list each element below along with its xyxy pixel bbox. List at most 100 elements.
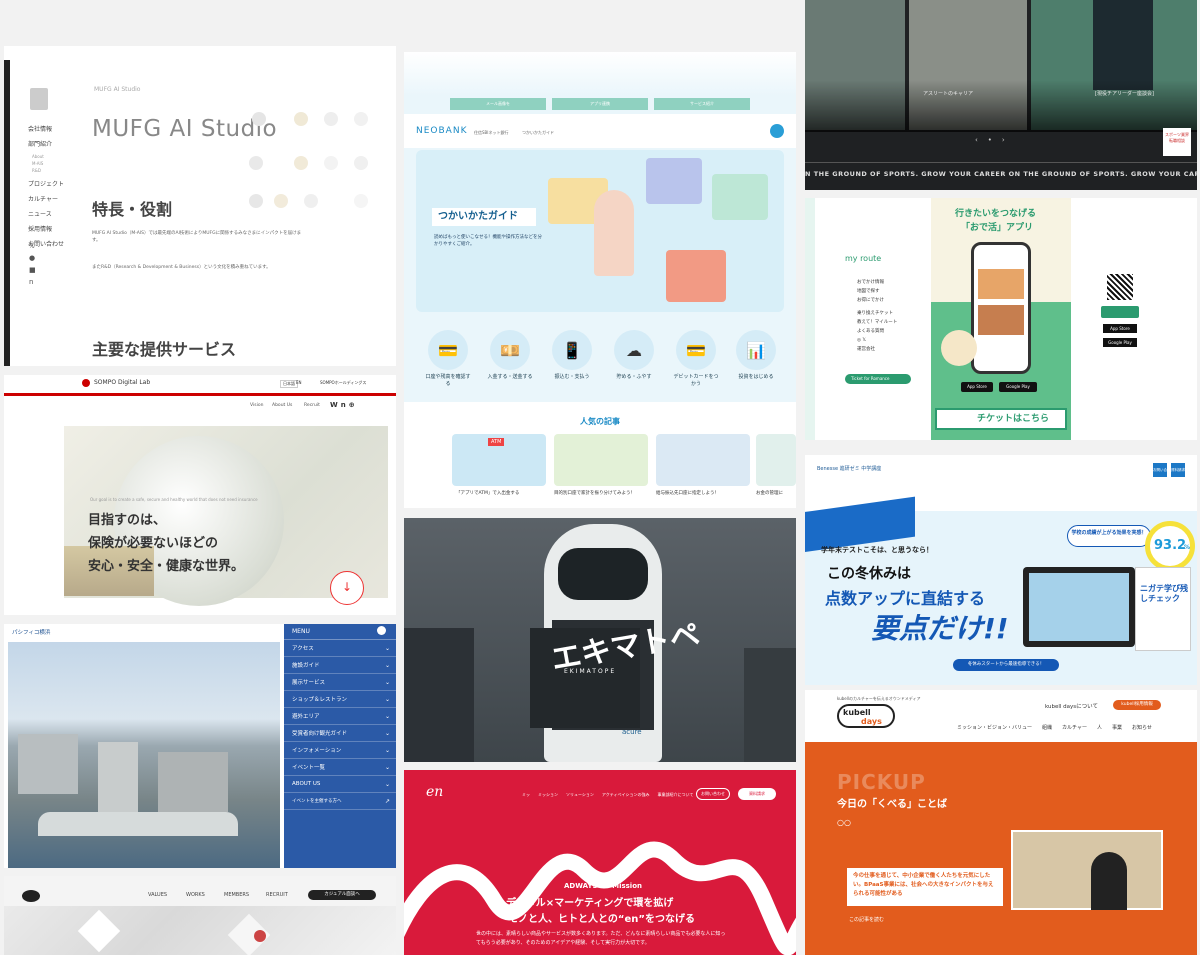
social-icons[interactable]: Wn⊕ <box>330 401 358 409</box>
category-transfer[interactable]: 📱 振込む・支払う <box>548 330 596 381</box>
casual-interview-button[interactable]: カジュアル面談へ <box>308 890 376 900</box>
nav-members[interactable]: MEMBERS <box>224 892 249 898</box>
menu-item[interactable]: よくある質問 <box>857 327 897 336</box>
tab[interactable]: アプリ連携 <box>552 98 648 110</box>
nav-item[interactable]: カルチャー <box>28 194 64 203</box>
cta-button[interactable]: Ticket for Romance <box>845 374 911 384</box>
subnav-item[interactable]: About <box>28 154 64 159</box>
category-balance[interactable]: 💳 口座や残高を確認する <box>424 330 472 388</box>
nav-about[interactable]: About Us <box>272 403 292 408</box>
nav-item[interactable]: お知らせ <box>1132 724 1152 731</box>
cta-banner[interactable]: 冬休みスタートから最速指導できる！ <box>953 659 1059 671</box>
lang-en[interactable]: EN <box>296 380 302 385</box>
read-article-link[interactable]: この記事を読む <box>849 916 884 923</box>
en-logo[interactable]: en <box>426 784 443 800</box>
myroute-logo[interactable]: my route <box>845 254 881 263</box>
nav-item[interactable]: アクティベイションの強み <box>602 792 650 798</box>
breadcrumb[interactable]: MUFG AI Studio <box>94 86 140 93</box>
article-title[interactable]: 給与振込先口座に指定しよう！ <box>656 490 719 496</box>
article-card[interactable] <box>756 434 796 486</box>
nav-item[interactable]: 組織 <box>1042 724 1052 731</box>
nav-item[interactable]: ミッション・ビジョン・バリュー <box>957 724 1032 731</box>
nav-item[interactable]: 人 <box>1097 724 1102 731</box>
nav-guide[interactable]: つかいかたガイド <box>522 130 554 136</box>
nav-item[interactable]: 部門紹介 <box>28 139 64 148</box>
menu-item[interactable]: 乗り換えチケット <box>857 309 897 318</box>
menu-shop[interactable]: ショップ＆レストラン ⌄ <box>284 691 396 708</box>
menu-item[interactable]: お得にでかけ <box>857 296 897 305</box>
neobank-logo[interactable]: NEOBANK <box>416 126 467 136</box>
nav-item[interactable]: 事業 <box>1112 724 1122 731</box>
benesse-logo[interactable]: Benesse 進研ゼミ 中学講座 <box>817 465 881 472</box>
nav-vision[interactable]: Vision <box>250 403 263 408</box>
category-savings[interactable]: ☁ 貯める・ふやす <box>610 330 658 381</box>
nav-item[interactable]: ニュース <box>28 209 64 218</box>
scroll-down-button[interactable]: ↓ <box>330 571 364 605</box>
menu-item[interactable]: おでかけ情報 <box>857 278 897 287</box>
article-title[interactable]: 目的別口座で家計を振り分けてみよう！ <box>554 490 635 496</box>
nav-recruit[interactable]: Recruit <box>304 403 320 408</box>
menu-item[interactable]: 地図で探す <box>857 287 897 296</box>
article-card[interactable]: ATM <box>452 434 546 486</box>
nav-item[interactable]: ミッ <box>522 792 530 798</box>
nav-item[interactable]: プロジェクト <box>28 179 64 188</box>
article-title[interactable]: お金の管理に <box>756 490 783 496</box>
tab[interactable]: サービス紹介 <box>654 98 750 110</box>
instagram-icon[interactable]: ◎ 𝕏 <box>857 336 897 345</box>
menu-about[interactable]: ABOUT US ⌄ <box>284 776 396 793</box>
ticket-button[interactable]: チケットはこちら <box>935 408 1067 430</box>
app-store-badge[interactable]: App Store <box>961 382 993 392</box>
category-debit[interactable]: 💳 デビットカードをつかう <box>672 330 720 388</box>
article-card[interactable] <box>656 434 750 486</box>
menu-item[interactable]: 教えて！マイルート <box>857 318 897 327</box>
pager-arrows[interactable]: ‹•› <box>975 136 1015 144</box>
tab[interactable]: メール画像を <box>450 98 546 110</box>
menu-facility[interactable]: 施設ガイド ⌄ <box>284 657 396 674</box>
menu-access[interactable]: アクセス ⌄ <box>284 640 396 657</box>
menu-info[interactable]: インフォメーション ⌄ <box>284 742 396 759</box>
menu-item[interactable]: 運営会社 <box>857 345 897 354</box>
x-icon[interactable]: 𝕏 <box>29 240 36 252</box>
pager-dots[interactable]: ○○ <box>837 818 851 827</box>
pacifico-logo[interactable]: パシフィコ横浜 <box>12 628 50 636</box>
facebook-icon[interactable]: ● <box>29 252 36 264</box>
recruit-button[interactable]: kubell採用情報 <box>1113 700 1161 710</box>
consult-badge[interactable]: スポーツ業界 転職相談 <box>1163 128 1191 156</box>
download-button[interactable] <box>1101 306 1139 318</box>
kubell-logo[interactable]: kubell days <box>837 704 895 728</box>
request-button[interactable]: 資料請求 <box>738 788 776 800</box>
contact-button[interactable]: お問い合わせ <box>696 788 730 800</box>
nav-recruit[interactable]: RECRUIT <box>266 892 288 898</box>
menu-area[interactable]: 避外エリア ⌄ <box>284 708 396 725</box>
category-invest[interactable]: 📊 投資をはじめる <box>732 330 780 381</box>
card-caption[interactable]: [現役チアリーダー座談会] <box>1095 90 1154 97</box>
article-title[interactable]: 「アプリでATM」で入出金する <box>456 490 519 496</box>
menu-organizer[interactable]: イベントを主催する方へ ↗ <box>284 793 396 810</box>
menu-guide[interactable]: 受賞者向け観光ガイド ⌄ <box>284 725 396 742</box>
nav-item[interactable]: ソリューション <box>566 792 594 798</box>
menu-icon[interactable] <box>770 124 784 138</box>
linkedin-icon[interactable]: ■ <box>29 264 36 276</box>
category-deposit[interactable]: 💴 入金する・送金する <box>486 330 534 381</box>
nav-item[interactable]: 事業部紹介について <box>657 792 693 798</box>
holdings-link[interactable]: SOMPOホールディングス <box>320 380 366 386</box>
about-link[interactable]: kubell daysについて <box>1045 702 1098 710</box>
nav-works[interactable]: WORKS <box>186 892 205 898</box>
nav-item[interactable]: 会社情報 <box>28 124 64 133</box>
app-store-badge-2[interactable]: App Store <box>1103 324 1137 333</box>
google-play-badge[interactable]: Google Play <box>999 382 1037 392</box>
request-button[interactable]: 資料請求 <box>1171 463 1185 477</box>
sompo-logo[interactable]: SOMPO Digital Lab <box>94 379 150 386</box>
note-icon[interactable]: n <box>29 276 36 288</box>
brand-logo-icon[interactable] <box>22 890 40 902</box>
menu-exhibit[interactable]: 展示サービス ⌄ <box>284 674 396 691</box>
card-caption[interactable]: アスリートのキャリア <box>923 90 973 97</box>
subnav-item[interactable]: M-AIS <box>28 161 64 166</box>
menu-events[interactable]: イベント一覧 ⌄ <box>284 759 396 776</box>
nav-values[interactable]: VALUES <box>148 892 167 898</box>
nav-item[interactable]: カルチャー <box>1062 724 1087 731</box>
subnav-item[interactable]: R&D <box>28 168 64 173</box>
nav-item[interactable]: 採用情報 <box>28 224 64 233</box>
google-play-badge-2[interactable]: Google Play <box>1103 338 1137 347</box>
nav-item[interactable]: ミッション <box>538 792 558 798</box>
